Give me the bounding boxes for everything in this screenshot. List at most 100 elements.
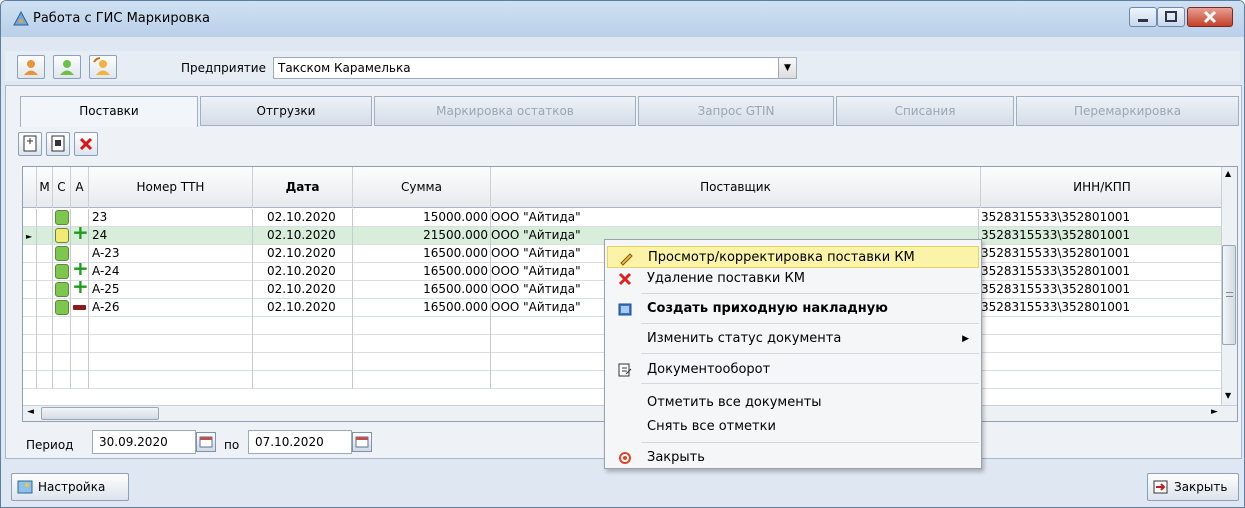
header-c[interactable]: C bbox=[53, 167, 71, 208]
cell-text: 16500.000 bbox=[423, 246, 488, 260]
settings-button[interactable]: Настройка bbox=[11, 473, 129, 501]
cell-ind bbox=[23, 281, 37, 299]
header-ttn-number[interactable]: Номер ТТН bbox=[89, 167, 253, 208]
toolbar-button-1[interactable] bbox=[17, 55, 45, 79]
cell-inn: 3528315533\352801001 bbox=[981, 245, 1223, 263]
cell-sum bbox=[353, 371, 491, 389]
cell-inn bbox=[981, 335, 1223, 353]
cell-ind bbox=[23, 317, 37, 335]
power-icon bbox=[619, 452, 631, 464]
horizontal-scroll-thumb[interactable] bbox=[41, 407, 159, 420]
cell-text: 24 bbox=[92, 228, 108, 242]
delete-icon bbox=[79, 137, 93, 151]
cell-text: ООО "Айтида" bbox=[491, 282, 581, 296]
header-a[interactable]: A bbox=[71, 167, 89, 208]
toolbar-button-3[interactable] bbox=[89, 55, 117, 79]
chevron-down-icon[interactable]: ▼ bbox=[778, 58, 796, 78]
cell-ttn: A-24 bbox=[89, 263, 253, 281]
header-date[interactable]: Дата bbox=[253, 167, 353, 208]
document-flow-icon bbox=[618, 363, 632, 377]
menu-item-create-invoice[interactable]: Создать приходную накладную bbox=[607, 298, 979, 320]
app-icon bbox=[13, 11, 29, 26]
tab-gtin-request[interactable]: Запрос GTIN bbox=[638, 96, 834, 126]
enterprise-label: Предприятие bbox=[181, 61, 266, 75]
cell-inn: 3528315533\352801001 bbox=[981, 281, 1223, 299]
menu-item-mark-all[interactable]: Отметить все документы bbox=[607, 392, 979, 414]
menu-item-unmark-all[interactable]: Снять все отметки bbox=[607, 416, 979, 438]
menu-item-view-edit[interactable]: Просмотр/корректировка поставки КМ bbox=[607, 246, 979, 268]
toolbar-button-2[interactable] bbox=[53, 55, 81, 79]
tab-remains-marking[interactable]: Маркировка остатков bbox=[374, 96, 636, 126]
cell-a bbox=[71, 335, 89, 353]
scroll-left-icon[interactable]: ◄ bbox=[27, 407, 34, 417]
edit-document-button[interactable] bbox=[46, 132, 70, 156]
cell-text: A-26 bbox=[92, 300, 120, 314]
cell-c bbox=[53, 209, 71, 227]
delete-document-button[interactable] bbox=[74, 132, 98, 156]
header-supplier[interactable]: Поставщик bbox=[491, 167, 981, 208]
tab-shipments[interactable]: Отгрузки bbox=[200, 96, 372, 126]
cell-c bbox=[53, 227, 71, 245]
cell-c bbox=[53, 353, 71, 371]
period-to-field[interactable]: 07.10.2020 bbox=[248, 430, 352, 454]
minimize-button[interactable] bbox=[1129, 7, 1157, 27]
cell-date: 02.10.2020 bbox=[253, 281, 353, 299]
menu-item-change-status[interactable]: Изменить статус документа ▶ bbox=[607, 328, 979, 350]
table-row[interactable]: 23 02.10.2020 15000.000 ООО "Айтида" 3528315… bbox=[23, 209, 1223, 227]
cell-text: 21500.000 bbox=[423, 228, 488, 242]
scroll-down-icon[interactable]: ▼ bbox=[1225, 391, 1231, 400]
calendar-from-icon[interactable] bbox=[196, 432, 216, 452]
cell-c bbox=[53, 371, 71, 389]
header-inn-kpp[interactable]: ИНН/КПП bbox=[981, 167, 1223, 208]
cell-text: 23 bbox=[92, 210, 108, 224]
tab-remarking[interactable]: Перемаркировка bbox=[1016, 96, 1239, 126]
user-refresh-icon bbox=[93, 57, 110, 75]
tab-write-offs[interactable]: Списания bbox=[836, 96, 1014, 126]
cell-c bbox=[53, 317, 71, 335]
bottom-bar: Настройка Закрыть bbox=[1, 463, 1244, 507]
vertical-scrollbar[interactable]: ▲ ▼ bbox=[1221, 167, 1237, 406]
cell-date: 02.10.2020 bbox=[253, 245, 353, 263]
cell-a: + bbox=[71, 227, 89, 245]
cell-inn: 3528315533\352801001 bbox=[981, 263, 1223, 281]
cell-m bbox=[37, 353, 53, 371]
scroll-up-icon[interactable]: ▲ bbox=[1225, 169, 1231, 178]
enterprise-select[interactable]: Такском Карамелька ▼ bbox=[273, 57, 797, 79]
cell-inn: 3528315533\352801001 bbox=[981, 299, 1223, 317]
cell-m bbox=[37, 209, 53, 227]
cell-supplier: ООО "Айтида" bbox=[489, 209, 979, 227]
close-button[interactable]: Закрыть bbox=[1147, 473, 1239, 501]
cell-ind: ► bbox=[23, 227, 37, 245]
maximize-button[interactable] bbox=[1157, 7, 1185, 27]
cell-text: ООО "Айтида" bbox=[491, 228, 581, 242]
document-blue-icon bbox=[618, 303, 632, 316]
cell-ttn bbox=[89, 335, 253, 353]
tab-supplies[interactable]: Поставки bbox=[20, 96, 198, 127]
header-m[interactable]: M bbox=[37, 167, 53, 208]
cell-sum bbox=[353, 353, 491, 371]
cell-inn bbox=[981, 371, 1223, 389]
cell-text: 02.10.2020 bbox=[267, 264, 336, 278]
add-document-button[interactable] bbox=[18, 132, 42, 156]
status-indicator-icon bbox=[55, 282, 69, 297]
period-from-field[interactable]: 30.09.2020 bbox=[92, 430, 196, 454]
close-window-button[interactable] bbox=[1187, 7, 1233, 27]
vertical-scroll-thumb[interactable] bbox=[1222, 245, 1236, 345]
cell-text: 3528315533\352801001 bbox=[981, 228, 1131, 242]
calendar-to-icon[interactable] bbox=[352, 432, 372, 452]
cell-text: 3528315533\352801001 bbox=[981, 264, 1131, 278]
cell-m bbox=[37, 227, 53, 245]
menu-item-close[interactable]: Закрыть bbox=[607, 447, 979, 469]
cell-c bbox=[53, 281, 71, 299]
menu-item-document-flow[interactable]: Документооборот bbox=[607, 359, 979, 381]
current-row-arrow-icon: ► bbox=[26, 232, 33, 241]
cell-a: + bbox=[71, 281, 89, 299]
scroll-right-icon[interactable]: ► bbox=[1211, 407, 1218, 417]
header-sum[interactable]: Сумма bbox=[353, 167, 491, 208]
cell-date: 02.10.2020 bbox=[253, 299, 353, 317]
cell-text: ООО "Айтида" bbox=[491, 300, 581, 314]
menu-item-delete[interactable]: Удаление поставки КМ bbox=[607, 268, 979, 290]
tab-strip: Поставки Отгрузки Маркировка остатков За… bbox=[16, 96, 1239, 127]
user-green-icon bbox=[60, 60, 74, 75]
cell-ttn bbox=[89, 353, 253, 371]
